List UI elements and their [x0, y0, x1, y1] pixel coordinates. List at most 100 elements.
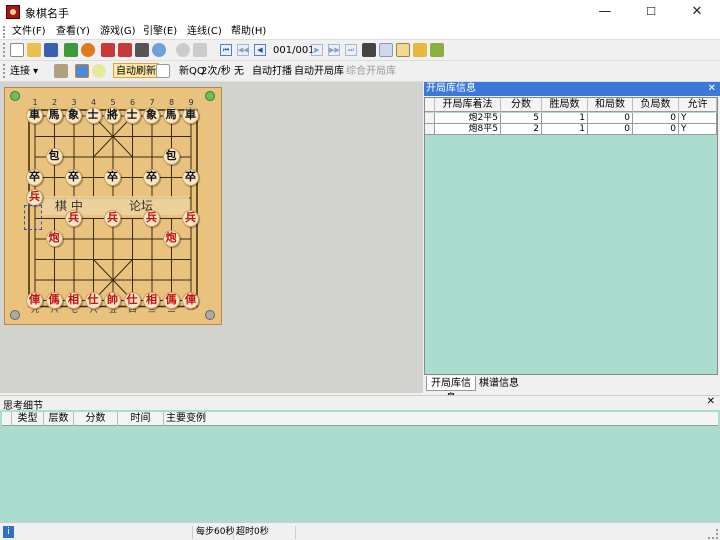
col-draws[interactable]: 和局数 [588, 98, 633, 112]
row-selector[interactable] [425, 113, 435, 124]
black-piece[interactable]: 馬 [45, 107, 63, 124]
red-piece[interactable]: 俥 [182, 291, 199, 309]
black-piece[interactable]: 卒 [143, 168, 160, 186]
last-move-icon[interactable]: ⏭ [345, 44, 357, 56]
menu-view[interactable]: 查看(Y) [56, 25, 90, 39]
rate-label[interactable]: 2次/秒 [201, 65, 231, 78]
col-depth[interactable]: 层数 [44, 412, 74, 426]
table-cell: 0 [633, 113, 679, 124]
black-piece[interactable]: 馬 [162, 107, 180, 124]
toolbar-grip[interactable] [3, 43, 6, 57]
thinking-close-icon[interactable]: ✕ [707, 396, 715, 407]
red-piece[interactable]: 兵 [143, 209, 160, 227]
capture-icon[interactable] [75, 64, 89, 78]
table-row[interactable]: 炮8平5 2 1 0 0 Y [425, 124, 717, 135]
opening-grid: 开局库着法 分数 胜局数 和局数 负局数 允许 炮2平5 5 1 0 0 Y 炮8平5 2 1 0… [424, 97, 718, 375]
save-icon[interactable] [44, 43, 58, 57]
new-file-icon[interactable] [10, 43, 24, 57]
search-icon[interactable] [152, 43, 166, 57]
tool-icon[interactable] [54, 64, 68, 78]
red-piece[interactable]: 相 [143, 291, 160, 309]
red-piece[interactable]: 俥 [26, 291, 43, 309]
red-piece[interactable]: 傌 [162, 291, 180, 309]
auto-opening-button[interactable]: 自动开局库 [294, 65, 344, 78]
black-piece[interactable]: 包 [45, 148, 63, 165]
red-piece[interactable]: 炮 [162, 230, 180, 247]
table-cell: 0 [633, 124, 679, 135]
menu-help[interactable]: 帮助(H) [231, 25, 266, 39]
table-row[interactable]: 炮2平5 5 1 0 0 Y [425, 113, 717, 124]
col-losses[interactable]: 负局数 [633, 98, 679, 112]
black-piece[interactable]: 象 [65, 107, 82, 124]
black-piece[interactable]: 包 [162, 148, 180, 165]
resize-grip[interactable] [708, 529, 718, 539]
thinking-panel-header: 思考细节 ✕ [0, 395, 720, 412]
black-piece[interactable]: 車 [26, 107, 43, 124]
maximize-button[interactable]: ☐ [628, 0, 674, 24]
red-piece[interactable]: 兵 [104, 209, 121, 227]
col-time[interactable]: 时间 [118, 412, 164, 426]
prev-page-icon[interactable]: ◀◀ [237, 44, 249, 56]
refresh-icon[interactable] [156, 64, 170, 78]
black-piece[interactable]: 士 [123, 107, 141, 124]
menu-engine[interactable]: 引擎(E) [143, 25, 177, 39]
menubar-grip[interactable] [3, 26, 6, 38]
red-piece[interactable]: 帥 [104, 291, 121, 309]
col-move[interactable]: 开局库着法 [435, 98, 501, 112]
red-piece[interactable]: 傌 [45, 291, 63, 309]
open-folder-icon[interactable] [27, 43, 41, 57]
tab-opening-info[interactable]: 开局库信息 [426, 376, 476, 404]
black-piece[interactable]: 士 [84, 107, 102, 124]
black-piece[interactable]: 卒 [104, 168, 121, 186]
col-score[interactable]: 分数 [501, 98, 542, 112]
next-page-icon[interactable]: ▶▶ [328, 44, 340, 56]
prev-move-icon[interactable]: ◀ [254, 44, 266, 56]
red-piece[interactable]: 兵 [26, 189, 43, 206]
engine-icon[interactable] [64, 43, 78, 57]
chess-board[interactable]: 123456789 九八七六五四三二一 棋 中 论坛 車馬象士將士象馬車包包卒卒… [4, 87, 222, 325]
red-piece[interactable]: 仕 [123, 291, 141, 309]
close-button[interactable]: ✕ [674, 0, 720, 24]
col-main-line[interactable]: 主要变例 [164, 412, 206, 426]
black-piece[interactable]: 象 [143, 107, 160, 124]
red-piece[interactable]: 炮 [45, 230, 63, 247]
red-piece[interactable]: 兵 [182, 209, 199, 227]
black-piece[interactable]: 車 [182, 107, 199, 124]
first-move-icon[interactable]: ⏮ [220, 44, 232, 56]
book-icon[interactable] [413, 43, 427, 57]
tab-game-record[interactable]: 棋谱信息 [477, 376, 521, 391]
black-piece[interactable]: 卒 [65, 168, 82, 186]
minimize-button[interactable]: — [582, 0, 628, 24]
clock-icon[interactable] [81, 43, 95, 57]
red-flip-icon[interactable] [118, 43, 132, 57]
col-allow[interactable]: 允许 [679, 98, 717, 112]
black-piece[interactable]: 卒 [26, 168, 43, 186]
auto-play-button[interactable]: 自动打播 [252, 65, 292, 78]
red-side-icon[interactable] [101, 43, 115, 57]
red-piece[interactable]: 相 [65, 291, 82, 309]
copy-icon[interactable] [379, 43, 393, 57]
menu-game[interactable]: 游戏(G) [100, 25, 136, 39]
monitor-icon[interactable] [135, 43, 149, 57]
toolbar-grip-2[interactable] [3, 64, 6, 78]
black-piece[interactable]: 卒 [182, 168, 199, 186]
col-type[interactable]: 类型 [12, 412, 44, 426]
menu-connect[interactable]: 连线(C) [187, 25, 222, 39]
combined-opening-button: 综合开局库 [346, 66, 396, 77]
magnify-icon[interactable] [92, 64, 106, 78]
chessboard-icon[interactable] [362, 43, 376, 57]
red-piece[interactable]: 兵 [65, 209, 82, 227]
close-icon[interactable]: ✕ [708, 82, 716, 96]
auto-refresh-button[interactable]: 自动刷新 [113, 63, 159, 78]
next-move-icon[interactable]: ▶ [311, 44, 323, 56]
black-piece[interactable]: 將 [104, 107, 121, 124]
menu-file[interactable]: 文件(F) [12, 25, 46, 39]
red-piece[interactable]: 仕 [84, 291, 102, 309]
connect-dropdown[interactable]: 连接 ▾ [10, 65, 38, 78]
paste-icon[interactable] [396, 43, 410, 57]
row-selector[interactable] [425, 124, 435, 135]
col-eval[interactable]: 分数 [74, 412, 118, 426]
none-label[interactable]: 无 [234, 65, 244, 78]
col-wins[interactable]: 胜局数 [542, 98, 588, 112]
export-icon[interactable] [430, 43, 444, 57]
